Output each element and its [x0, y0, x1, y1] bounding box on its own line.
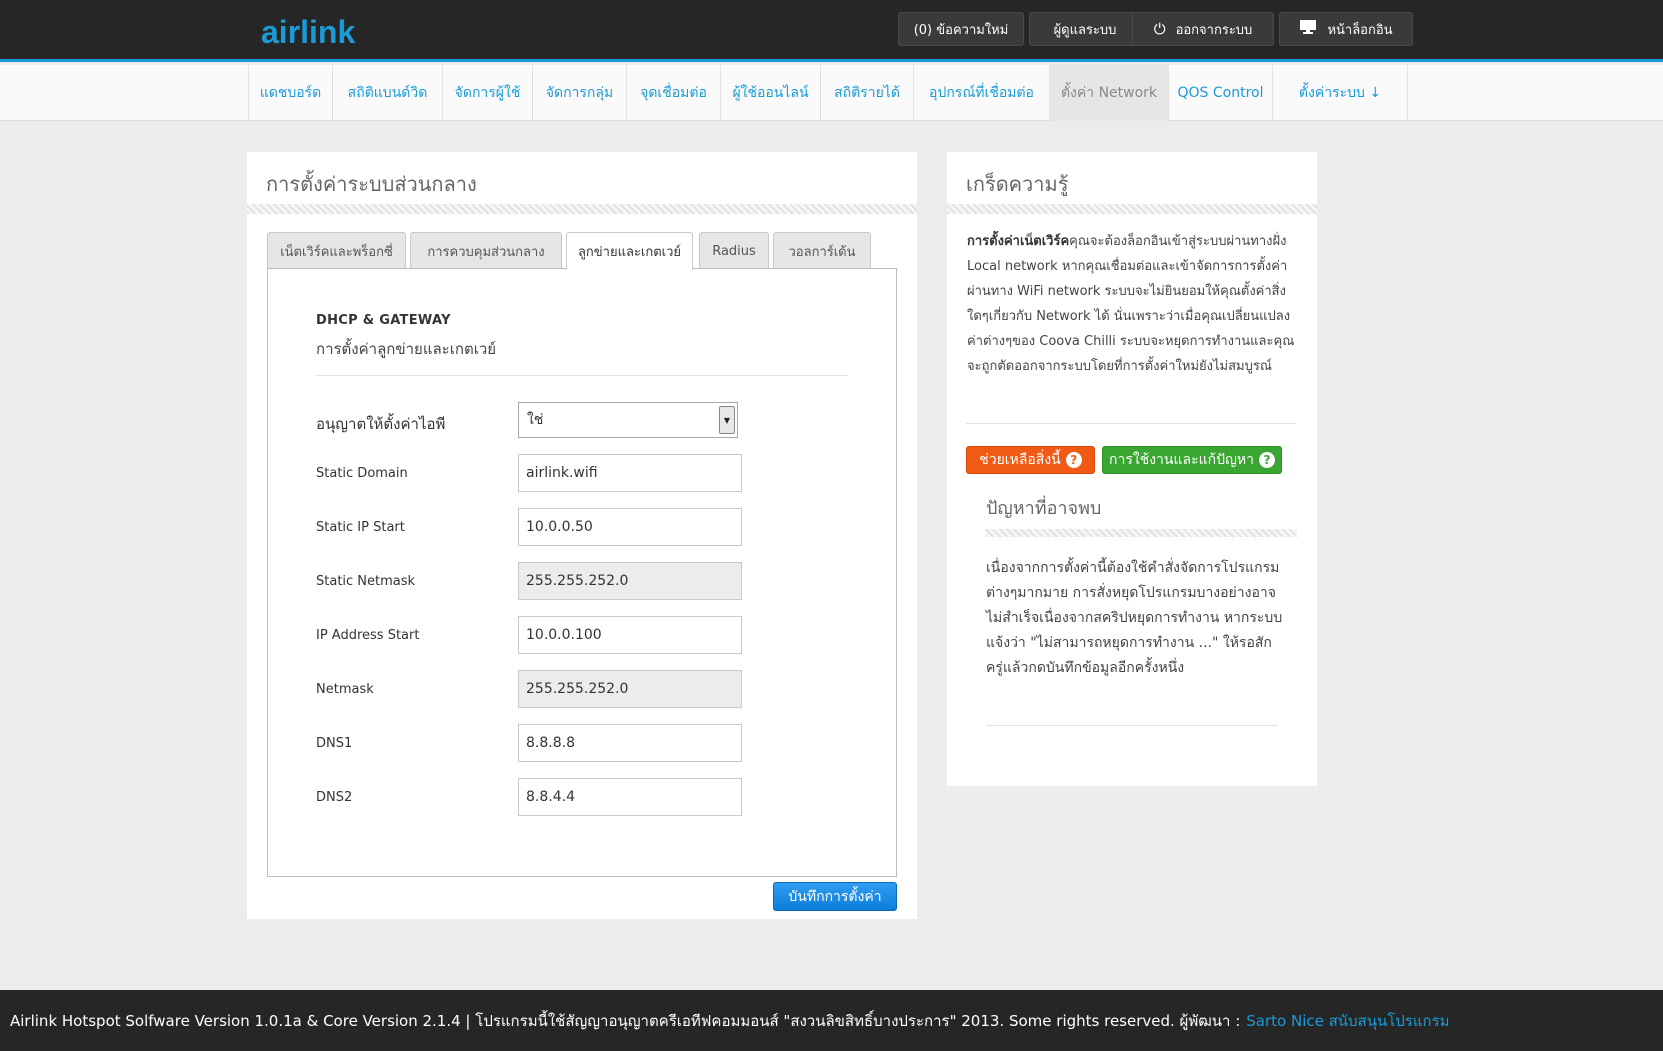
netmask-input	[518, 670, 742, 708]
logout-label: ออกจากระบบ	[1175, 22, 1253, 38]
problems-separator	[986, 725, 1278, 726]
nav-item-system-settings[interactable]: ตั้งค่าระบบ ↓	[1272, 65, 1408, 121]
netmask-label: Netmask	[316, 682, 374, 697]
dropdown-arrow-icon[interactable]: ▼	[719, 406, 735, 434]
airlink-logo[interactable]: airlink	[261, 14, 355, 51]
messages-button[interactable]: (0) ข้อความใหม่	[898, 12, 1024, 46]
main-nav: แดชบอร์ด สถิติแบนด์วิด จัดการผู้ใช้ จัดก…	[0, 65, 1663, 121]
ip-address-start-label: IP Address Start	[316, 628, 420, 643]
help-label: ช่วยเหลือสิ่งนี้	[979, 452, 1061, 468]
dns1-label: DNS1	[316, 736, 353, 751]
login-page-label: หน้าล็อกอิน	[1327, 22, 1393, 38]
nav-item-qos-control[interactable]: QOS Control	[1168, 65, 1272, 121]
admin-label: ผู้ดูแลระบบ	[1053, 22, 1117, 38]
footer-text: Airlink Hotspot Solfware Version 1.0.1a …	[10, 1011, 1241, 1030]
tips-separator	[966, 423, 1296, 424]
top-bar: airlink (0) ข้อความใหม่ ผู้ดูแลระบบ ⏻ ออ…	[0, 0, 1663, 62]
question-icon: ?	[1259, 452, 1275, 468]
nav-item-online-users[interactable]: ผู้ใช้ออนไลน์	[720, 65, 820, 121]
section-subtitle: การตั้งค่าลูกข่ายและเกตเวย์	[316, 340, 497, 358]
tips-bold-lead: การตั้งค่าเน็ตเวิร์ค	[967, 234, 1070, 249]
tips-text: การตั้งค่าเน็ตเวิร์คคุณจะต้องล็อกอินเข้า…	[967, 229, 1300, 379]
static-domain-input[interactable]	[518, 454, 742, 492]
tab-content: DHCP & GATEWAY การตั้งค่าลูกข่ายและเกตเว…	[267, 268, 897, 877]
tab-clients-gateway[interactable]: ลูกข่ายและเกตเวย์	[566, 232, 693, 270]
monitor-icon	[1299, 19, 1317, 39]
tab-network-proxy[interactable]: เน็ตเวิร์คและพร็อกซี่	[267, 232, 406, 269]
page-title: การตั้งค่าระบบส่วนกลาง	[266, 172, 477, 196]
nav-item-manage-groups[interactable]: จัดการกลุ่ม	[532, 65, 626, 121]
dns2-label: DNS2	[316, 790, 353, 805]
problems-title: ปัญหาที่อาจพบ	[986, 498, 1102, 519]
section-divider	[316, 375, 848, 376]
tips-body: คุณจะต้องล็อกอินเข้าสู่ระบบผ่านทางฝั่ง L…	[967, 234, 1295, 374]
allow-ip-select[interactable]: ใช่ ▼	[518, 402, 738, 438]
tab-walled-garden[interactable]: วอลการ์เด้น	[773, 232, 871, 269]
static-ip-start-input[interactable]	[518, 508, 742, 546]
tab-central-control[interactable]: การควบคุมส่วนกลาง	[410, 232, 562, 269]
nav-item-manage-users[interactable]: จัดการผู้ใช้	[442, 65, 532, 121]
dns2-input[interactable]	[518, 778, 742, 816]
footer: Airlink Hotspot Solfware Version 1.0.1a …	[0, 990, 1663, 1051]
problems-text: เนื่องจากการตั้งค่านี้ต้องใช้คำสั่งจัดกา…	[986, 560, 1283, 676]
tab-radius[interactable]: Radius	[699, 232, 769, 269]
tips-title: เกร็ดความรู้	[966, 172, 1069, 196]
power-icon: ⏻	[1153, 20, 1166, 38]
nav-item-connected-devices[interactable]: อุปกรณ์ที่เชื่อมต่อ	[913, 65, 1049, 121]
ip-address-start-input[interactable]	[518, 616, 742, 654]
dns1-input[interactable]	[518, 724, 742, 762]
usage-label: การใช้งานและแก้ปัญหา	[1109, 452, 1254, 468]
login-page-button[interactable]: หน้าล็อกอิน	[1279, 12, 1413, 46]
static-netmask-label: Static Netmask	[316, 574, 416, 589]
allow-ip-value: ใช่	[527, 412, 544, 428]
section-title: DHCP & GATEWAY	[316, 313, 451, 328]
nav-item-revenue-stats[interactable]: สถิติรายได้	[820, 65, 913, 121]
help-button[interactable]: ช่วยเหลือสิ่งนี้ ?	[966, 446, 1095, 474]
static-netmask-input	[518, 562, 742, 600]
save-settings-button[interactable]: บันทึกการตั้งค่า	[773, 882, 897, 911]
allow-ip-label: อนุญาตให้ตั้งค่าไอพี	[316, 415, 446, 433]
question-icon: ?	[1065, 452, 1082, 468]
logout-button[interactable]: ⏻ ออกจากระบบ	[1132, 12, 1274, 46]
tips-divider	[947, 204, 1317, 214]
nav-item-dashboard[interactable]: แดชบอร์ด	[248, 65, 332, 121]
nav-item-network-settings[interactable]: ตั้งค่า Network	[1049, 65, 1168, 121]
problems-divider	[985, 529, 1297, 537]
nav-item-access-points[interactable]: จุดเชื่อมต่อ	[626, 65, 720, 121]
usage-troubleshoot-button[interactable]: การใช้งานและแก้ปัญหา ?	[1102, 446, 1282, 474]
title-divider	[247, 204, 917, 214]
footer-link[interactable]: Sarto Nice สนับสนุนโปรแกรม	[1246, 1009, 1449, 1033]
nav-item-bandwidth-stats[interactable]: สถิติแบนด์วิด	[332, 65, 442, 121]
messages-label: (0) ข้อความใหม่	[913, 22, 1009, 38]
static-ip-start-label: Static IP Start	[316, 520, 405, 535]
static-domain-label: Static Domain	[316, 466, 408, 481]
admin-button[interactable]: ผู้ดูแลระบบ	[1029, 12, 1141, 46]
